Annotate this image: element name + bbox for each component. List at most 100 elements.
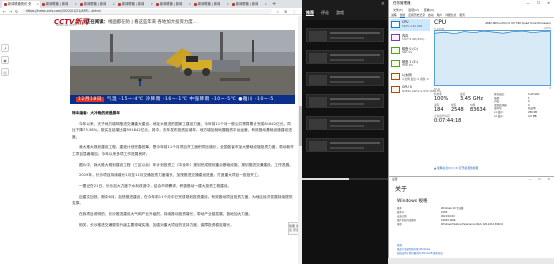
- spec-key: L1 缓存:: [494, 110, 504, 114]
- cpu-line-chart: [435, 31, 550, 85]
- video-card[interactable]: [306, 116, 384, 130]
- spec-row: 体验 Windows Feature Experience Pack 120.22…: [397, 223, 547, 227]
- sparkline: [391, 73, 400, 80]
- cpu-utilization-graph: [434, 30, 551, 86]
- playback-progress-bar[interactable]: [302, 178, 388, 180]
- settings-window: 设置 — ☐ ✕ 关于 Windows 规格 版本 Windows 10 专业版 版…: [388, 176, 554, 264]
- close-icon[interactable]: ×: [381, 1, 385, 7]
- forward-icon[interactable]: →: [9, 8, 12, 15]
- placeholder-line: [330, 147, 364, 149]
- tab-strip: 新闻联播快讯 央 × 新闻联播 | 新闻 × 新闻联播 | 新闻 × 新闻联播 | 新…: [0, 0, 302, 8]
- browser-tab[interactable]: 新闻联播 | 新闻 ×: [192, 1, 230, 8]
- placeholder-line: [330, 120, 380, 122]
- resource-item-disk0[interactable]: 磁盘 0 (C:) SSD 3%: [390, 45, 430, 57]
- close-tab-icon[interactable]: ×: [264, 1, 267, 8]
- spec-key: L2 缓存:: [494, 114, 504, 118]
- browser-tab[interactable]: 新闻联播 | 新闻 ×: [40, 1, 78, 8]
- stat-value: 3.45 GHz: [460, 96, 483, 102]
- window-title: 设置: [392, 177, 398, 181]
- service-agreement-link[interactable]: 阅读适用于我们服务的 Microsoft 服务协议: [397, 252, 443, 256]
- resource-item-disk1[interactable]: 磁盘 1 (E:) HDD 0%: [390, 58, 430, 70]
- cpu-model: AMD Athlon(tm) II X4 740 Quad Core Proce…: [485, 21, 551, 25]
- video-card[interactable]: [306, 50, 384, 64]
- resource-name: GPU 0: [402, 85, 412, 89]
- extension-icon[interactable]: ⊞: [284, 8, 287, 15]
- close-tab-icon[interactable]: ×: [36, 1, 39, 8]
- browser-tab[interactable]: 新闻联播 | 新闻 ×: [116, 1, 154, 8]
- video-card[interactable]: [306, 138, 384, 152]
- panel-heading: CPU: [434, 19, 447, 26]
- resource-value: SSD 3%: [402, 51, 413, 54]
- video-app-header: × 推荐 评论 游戏: [302, 0, 388, 20]
- stat-uptime: 正常运行时间 0:07:44:18: [434, 114, 461, 124]
- video-card[interactable]: [306, 28, 384, 42]
- tab-performance[interactable]: 性能: [399, 13, 406, 18]
- resource-item-gpu[interactable]: GPU 0 NVIDIA GeForce GTX 1060 5%: [390, 84, 441, 96]
- tab-label: 新闻联播 | 新闻: [84, 2, 107, 6]
- favicon-icon: [155, 3, 159, 6]
- video-card[interactable]: [306, 72, 384, 86]
- tm-tab-bar: 进程 性能 应用历史记录 启动 用户 详细信息 服务: [389, 13, 554, 18]
- placeholder-line: [330, 98, 380, 100]
- tab-games[interactable]: 游戏: [336, 10, 344, 15]
- close-tab-icon[interactable]: ×: [188, 1, 191, 8]
- menu-view[interactable]: 查看(V): [424, 8, 434, 12]
- window-controls[interactable]: — ☐ ✕: [529, 177, 553, 182]
- close-tab-icon[interactable]: ×: [112, 1, 115, 8]
- ticker-text: 气温 -15~-4℃ 冷降雨 -16~-1℃ 中强降雨 -10~-5℃ ●雅川 …: [106, 97, 274, 102]
- tab-recommend[interactable]: 推荐: [306, 10, 314, 16]
- tab-label: 新闻联播 | 新闻: [122, 2, 145, 6]
- wechat-icon[interactable]: ◎: [1, 68, 9, 76]
- news-video-frame[interactable]: 12月18日 气温 -15~-4℃ 冷降雨 -16~-1℃ 中强降雨 -10~-5…: [70, 30, 295, 104]
- url-input[interactable]: https://news.cctv.com/2022/01/21/ARTI…sh…: [22, 9, 272, 14]
- construction-scene-image: [70, 30, 295, 104]
- tab-startup[interactable]: 启动: [428, 13, 434, 17]
- tab-users[interactable]: 用户: [437, 13, 443, 17]
- page-title: 关于: [395, 186, 408, 193]
- menu-options[interactable]: 选项(O): [408, 8, 419, 12]
- browser-tab[interactable]: 新闻联播 | 新闻 ×: [230, 1, 268, 8]
- browser-tab[interactable]: 新闻联播 | 新闻 ×: [154, 1, 192, 8]
- video-card[interactable]: [306, 94, 384, 108]
- close-tab-icon[interactable]: ×: [150, 1, 153, 8]
- browser-tab[interactable]: 新闻联播 | 新闻 ×: [78, 1, 116, 8]
- placeholder-line: [330, 103, 364, 105]
- menu-file[interactable]: 文件(F): [393, 8, 403, 12]
- spec-value: Windows Feature Experience Pack 120.2212…: [441, 223, 504, 226]
- fewer-details-link[interactable]: ▲ 简略信息(D) | ⚙ 打开资源监视器: [434, 166, 478, 170]
- tab-app-history[interactable]: 应用历史记录: [408, 13, 425, 17]
- resource-item-ethernet[interactable]: 以太网 以太网 发送: 0 接收: 0: [390, 71, 430, 83]
- menu-icon[interactable]: ⋮: [292, 8, 296, 15]
- weibo-icon[interactable]: ◉: [1, 56, 9, 64]
- reload-icon[interactable]: ↻: [15, 8, 18, 15]
- ticker-date: 12月18日: [76, 97, 104, 102]
- tab-services[interactable]: 服务: [459, 13, 465, 17]
- window-controls[interactable]: — ☐ ✕: [526, 0, 553, 7]
- stat-value: 0:07:44:18: [434, 118, 462, 124]
- task-manager-window: 任务管理器 — ☐ ✕ 文件(F) 选项(O) 查看(V) 进程 性能 应用历史记录 启动用…: [388, 0, 554, 176]
- resource-item-memory[interactable]: 内存 5.0/7.9 GB (63%): [390, 32, 430, 44]
- stat-value: 2548: [451, 107, 464, 113]
- news-ticker: 12月18日 气温 -15~-4℃ 冷降雨 -16~-1℃ 中强降雨 -10~-5…: [70, 95, 295, 104]
- settings-links: 复制 更改产品密钥或升级 Windows 阅读适用于我们服务的 Microsof…: [397, 244, 443, 256]
- stat-value: 184: [434, 107, 444, 113]
- close-tab-icon[interactable]: ×: [74, 1, 77, 8]
- close-tab-icon[interactable]: ×: [226, 1, 229, 8]
- resource-item-cpu[interactable]: CPU 100% 3.45 GHz: [390, 19, 430, 31]
- back-icon[interactable]: ←: [3, 8, 6, 15]
- breadcrumb-label: 正在阅读：: [86, 20, 108, 25]
- lead-heading: 特本编者：大冷晚的资是展年: [72, 111, 120, 115]
- star-icon[interactable]: ☆: [276, 8, 280, 15]
- tab-label: 新闻联播快讯 央: [8, 2, 32, 6]
- tab-details[interactable]: 详细信息: [445, 13, 456, 17]
- tab-comments[interactable]: 评论: [321, 10, 329, 15]
- graph-y-min: 0: [549, 87, 551, 90]
- new-tab-button[interactable]: +: [272, 1, 276, 7]
- tab-processes[interactable]: 进程: [391, 13, 397, 17]
- share-icon[interactable]: ↗: [1, 44, 9, 52]
- video-thumbnail: [309, 31, 327, 41]
- browser-tab[interactable]: 新闻联播快讯 央 ×: [2, 1, 40, 8]
- breadcrumb-title[interactable]: 线面都在防 | 看这些年来 各地加大投资力度…: [108, 20, 197, 25]
- cpu-detail-panel: CPU AMD Athlon(tm) II X4 740 Quad Core P…: [432, 19, 553, 174]
- video-thumbnail: [309, 141, 327, 151]
